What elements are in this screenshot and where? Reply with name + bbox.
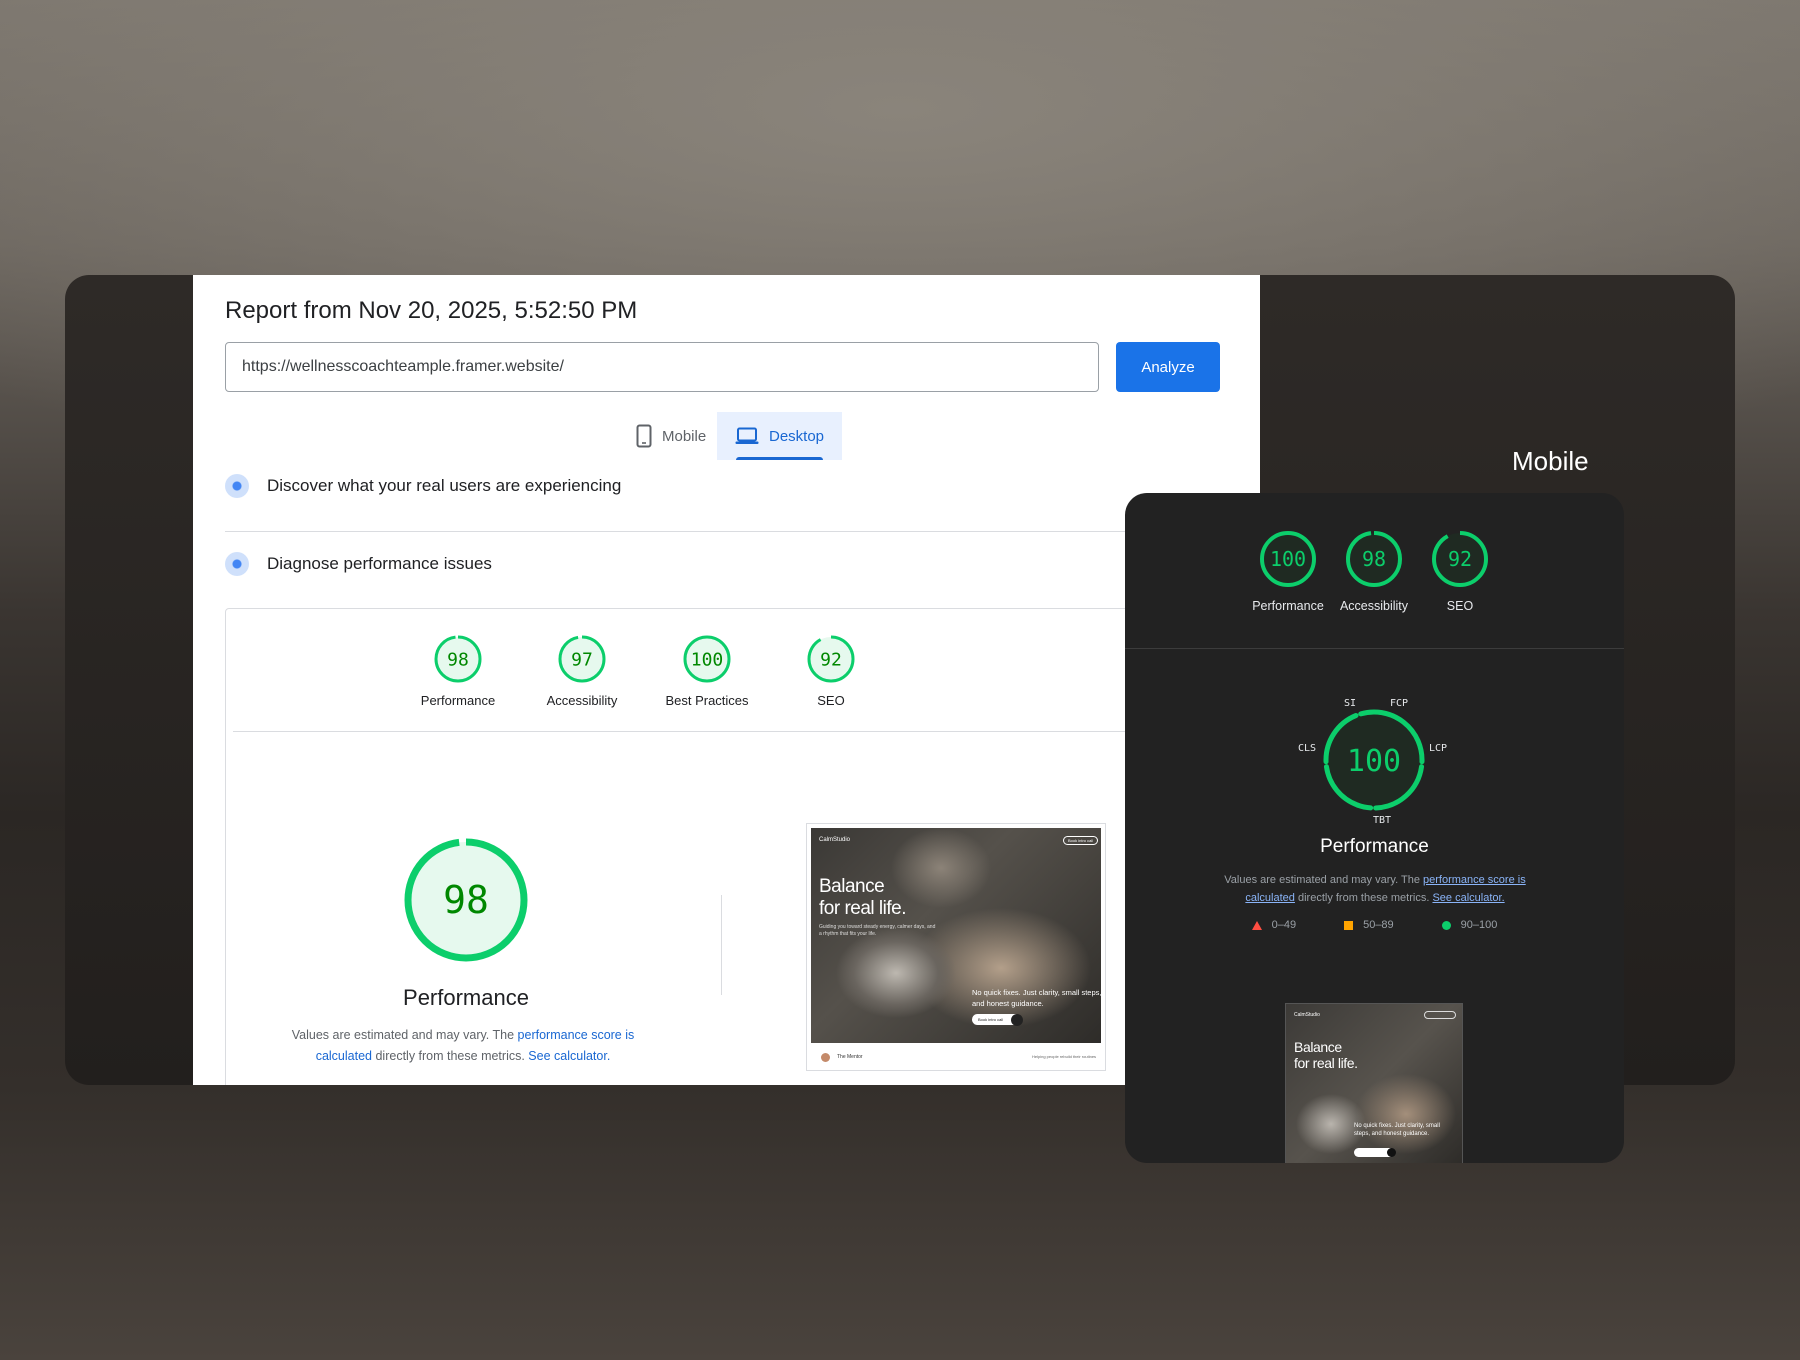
discover-section[interactable]: Discover what your real users are experi…: [225, 464, 1260, 508]
gauges-divider: [233, 731, 1260, 732]
score-gauge-ring: 92: [807, 635, 855, 683]
tab-desktop[interactable]: Desktop: [717, 412, 843, 460]
pass-circle-icon: [1441, 920, 1451, 930]
discover-label: Discover what your real users are experi…: [267, 476, 622, 495]
legend-fail: 0–49: [1251, 919, 1296, 931]
mobile-report-card: 100 Performance 98 Accessibility 92 SEO 100 S…: [1125, 493, 1624, 1163]
mobile-gauge-label: Accessibility: [1339, 599, 1409, 613]
url-input[interactable]: [225, 342, 1099, 392]
score-value: 100: [1270, 547, 1306, 571]
vertical-divider: [721, 895, 722, 995]
gauge-label: Performance: [420, 693, 496, 708]
phone-icon: [636, 424, 652, 448]
score-gauge-ring: 97: [558, 635, 606, 683]
shot-avatar: [821, 1053, 830, 1062]
shot-headline: Balance for real life.: [819, 876, 906, 919]
metric-segment: [1355, 802, 1374, 811]
lighthouse-icon: [225, 552, 249, 576]
score-value: 97: [571, 649, 593, 670]
metric-fcp: FCP: [1390, 698, 1409, 709]
tab-desktop-label: Desktop: [769, 427, 825, 445]
m-shot-cta-arrow-icon: [1387, 1148, 1396, 1157]
score-gauge-ring: 98: [1346, 531, 1402, 587]
score-value: 98: [1362, 547, 1386, 571]
mobile-performance-score: 100: [1347, 744, 1401, 779]
mobile-gauge-performance[interactable]: 100 Performance: [1243, 529, 1333, 613]
performance-big-gauge-ring: 98: [404, 838, 528, 962]
metric-si: SI: [1344, 698, 1357, 709]
score-gauge-ring: 98: [434, 635, 482, 683]
performance-big-score: 98: [443, 878, 489, 922]
legend-pass: 90–100: [1441, 919, 1497, 931]
gauge-seo[interactable]: 92 SEO: [766, 633, 896, 708]
divider: [225, 531, 1260, 532]
score-legend: 0–49 50–89 90–100: [1125, 919, 1624, 931]
m-shot-tagline: No quick fixes. Just clarity, small step…: [1354, 1123, 1440, 1137]
report-title: Report from Nov 20, 2025, 5:52:50 PM: [225, 297, 638, 324]
gauge-label: Accessibility: [546, 693, 618, 708]
score-gauge-ring: 92: [1432, 531, 1488, 587]
performance-big-title: Performance: [403, 985, 529, 1010]
gauge-label: SEO: [817, 693, 845, 708]
score-gauge-ring: 100: [683, 635, 731, 683]
diagnose-label: Diagnose performance issues: [267, 554, 492, 573]
mobile-gauge-label: SEO: [1446, 599, 1474, 613]
report-panel: Report from Nov 20, 2025, 5:52:50 PM Ana…: [193, 275, 1260, 1085]
m-shot-brand: CalmStudio: [1294, 1012, 1320, 1018]
mobile-heading: Mobile: [1512, 446, 1589, 476]
gauge-performance[interactable]: 98 Performance: [393, 633, 523, 708]
analyze-button[interactable]: Analyze: [1116, 342, 1220, 392]
tab-mobile[interactable]: Mobile: [618, 412, 724, 460]
mobile-divider: [1125, 648, 1624, 649]
see-calculator-link[interactable]: See calculator.: [528, 1049, 610, 1063]
score-value: 92: [820, 649, 842, 670]
laptop-icon: [735, 427, 759, 444]
m-shot-top-button: [1424, 1011, 1456, 1019]
diagnose-section[interactable]: Diagnose performance issues: [225, 542, 1260, 586]
metric-tbt: TBT: [1373, 815, 1392, 826]
tab-mobile-label: Mobile: [662, 427, 707, 445]
performance-note: Values are estimated and may vary. The p…: [291, 1028, 635, 1063]
shot-top-button: Book intro call: [1063, 836, 1099, 845]
fail-triangle-icon: [1251, 920, 1262, 930]
mobile-performance-gauge-ring: 100: [1323, 709, 1425, 811]
m-shot-headline: Balance for real life.: [1294, 1039, 1358, 1071]
performance-big-gauge[interactable]: 98: [401, 835, 531, 965]
shot-cta-arrow-icon: [1011, 1014, 1023, 1026]
desktop-page-screenshot: CalmStudio Book intro call Balance for r…: [806, 823, 1106, 1071]
mobile-gauge-seo[interactable]: 92 SEO: [1415, 529, 1505, 613]
shot-brand: CalmStudio: [819, 837, 851, 843]
mobile-page-screenshot: CalmStudio Balance for real life. No qui…: [1285, 1003, 1463, 1163]
score-value: 100: [691, 649, 724, 670]
mobile-performance-note: Values are estimated and may vary. The p…: [1224, 874, 1526, 904]
shot-subtext: Guiding you toward steady energy, calmer…: [819, 924, 936, 937]
users-icon: [225, 474, 249, 498]
shot-tagline: No quick fixes. Just clarity, small step…: [972, 988, 1102, 1008]
mobile-gauge-label: Performance: [1252, 599, 1324, 613]
mobile-gauge-accessibility[interactable]: 98 Accessibility: [1329, 529, 1419, 613]
score-value: 92: [1448, 547, 1472, 571]
score-gauge-ring: 100: [1260, 531, 1316, 587]
gauge-accessibility[interactable]: 97 Accessibility: [517, 633, 647, 708]
legend-average: 50–89: [1344, 919, 1394, 931]
mobile-performance-title: Performance: [1320, 836, 1429, 857]
shot-footer-left: The Mentor: [837, 1054, 863, 1060]
mobile-performance-gauge[interactable]: 100: [1319, 705, 1429, 815]
gauge-best-practices[interactable]: 100 Best Practices: [642, 633, 772, 708]
gauge-label: Best Practices: [665, 693, 749, 708]
average-square-icon: [1344, 920, 1354, 930]
mobile-see-calculator-link[interactable]: See calculator.: [1432, 892, 1504, 904]
metric-cls: CLS: [1298, 743, 1317, 754]
score-value: 98: [447, 649, 469, 670]
shot-footer-right: Helping people rebuild their routines: [1032, 1054, 1097, 1059]
metric-lcp: LCP: [1429, 743, 1448, 754]
